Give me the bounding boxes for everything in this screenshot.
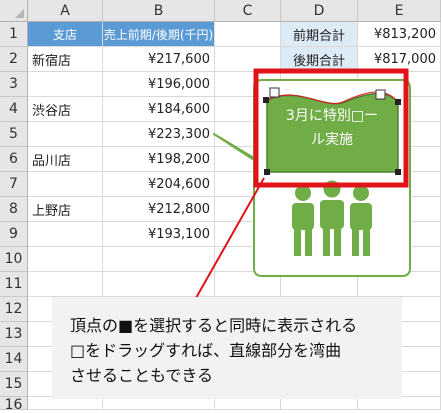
caption-line-3: させることもできる (70, 366, 214, 385)
vertex-handle-bottom-left[interactable] (264, 169, 270, 175)
vertex-handle-top-right[interactable] (395, 99, 401, 105)
vertex-handle-bottom-right[interactable] (395, 169, 401, 175)
explanation-caption: 頂点の■を選択すると同時に表示される □をドラッグすれば、直線部分を湾曲 させる… (52, 297, 402, 399)
caption-line-2: □をドラッグすれば、直線部分を湾曲 (70, 341, 342, 360)
caption-line-1: 頂点の■を選択すると同時に表示される (70, 316, 358, 335)
shape-text-line-1: 3月に特別□ー (285, 108, 379, 124)
bezier-handle-right[interactable] (375, 89, 386, 100)
shape-text-line-2: ル実施 (311, 132, 353, 148)
shape-text: 3月に特別□ー ル実施 (270, 104, 394, 152)
bezier-handle-left[interactable] (269, 87, 280, 98)
spreadsheet: A B C D E 1 2 3 4 5 6 7 8 9 10 11 12 13 … (0, 0, 441, 413)
vertex-handle-top-left[interactable] (263, 97, 269, 103)
